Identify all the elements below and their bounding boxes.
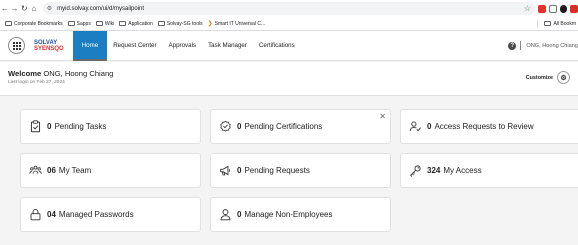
lock-icon: [30, 209, 41, 221]
arrow-icon: ❯: [207, 21, 213, 27]
bookmark-folder[interactable]: Application: [119, 21, 153, 27]
managed-passwords-card[interactable]: 04 Managed Passwords: [20, 197, 201, 232]
back-icon[interactable]: ←: [0, 3, 10, 15]
user-area: ? ONG, Hoong Chiang: [508, 41, 578, 50]
url-text: myid.solvay.com/ui/d/mysailpoint: [57, 5, 145, 12]
team-icon: [29, 165, 42, 174]
profile-avatar[interactable]: [559, 4, 568, 13]
bookmark-link[interactable]: ❯ Smart IT Universal C...: [207, 20, 266, 28]
folder-icon: [67, 21, 75, 26]
divider: [537, 19, 539, 28]
bookmarks-bar: Corporate Bookmarks Sapps Wiki Applicati…: [0, 17, 578, 31]
folder-icon: [157, 21, 165, 26]
app-launcher-icon[interactable]: [8, 37, 25, 54]
bookmark-folder[interactable]: Sapps: [67, 21, 91, 27]
pending-requests-card[interactable]: 0 Pending Requests: [210, 153, 391, 188]
megaphone-icon: [220, 165, 231, 176]
browser-toolbar: ← → ↻ ⌂ ⚙ myid.solvay.com/ui/d/mysailpoi…: [0, 0, 578, 17]
site-info-icon[interactable]: ⚙: [47, 5, 52, 12]
my-team-card[interactable]: 06 My Team: [20, 153, 201, 188]
help-icon[interactable]: ?: [508, 41, 517, 50]
folder-icon: [95, 21, 103, 26]
tab-certifications[interactable]: Certifications: [253, 31, 301, 61]
tab-request-center[interactable]: Request Center: [107, 31, 162, 61]
manage-non-employees-card[interactable]: 0 Manage Non-Employees: [210, 197, 391, 232]
bookmark-folder[interactable]: Corporate Bookmarks: [5, 21, 63, 27]
bookmark-star-icon[interactable]: ☆: [524, 4, 531, 13]
user-review-icon: [409, 121, 421, 132]
person-icon: [220, 209, 231, 221]
last-login-text: Last login on Feb 27, 2024: [8, 80, 65, 85]
bookmark-folder[interactable]: Wiki: [95, 21, 114, 27]
home-icon[interactable]: ⌂: [29, 3, 39, 15]
tab-approvals[interactable]: Approvals: [163, 31, 203, 61]
folder-icon: [5, 21, 12, 26]
tab-task-manager[interactable]: Task Manager: [202, 31, 253, 61]
bookmark-folder[interactable]: Solvay-SG tools: [157, 21, 203, 27]
welcome-text: Welcome ONG, Hoong Chiang: [8, 69, 114, 78]
folder-icon: [544, 21, 552, 26]
company-logo[interactable]: SOLVAY SYENSQO: [34, 40, 64, 52]
forward-icon[interactable]: →: [10, 3, 20, 15]
extension-icon[interactable]: [537, 4, 546, 13]
pending-certifications-card[interactable]: 0 Pending Certifications ✕: [210, 109, 391, 144]
tab-home[interactable]: Home: [72, 30, 108, 61]
access-requests-review-card[interactable]: 0 Access Requests to Review: [400, 109, 578, 144]
divider: [520, 41, 522, 50]
close-icon[interactable]: ✕: [379, 112, 386, 121]
key-icon: [409, 165, 421, 177]
folder-icon: [119, 21, 127, 26]
reload-icon[interactable]: ↻: [19, 3, 29, 15]
user-menu[interactable]: ONG, Hoong Chiang: [526, 43, 578, 49]
my-access-card[interactable]: 324 My Access: [400, 153, 578, 188]
address-bar[interactable]: ⚙ myid.solvay.com/ui/d/mysailpoint ☆: [42, 2, 535, 15]
clipboard-check-icon: [30, 120, 41, 133]
app-header: SOLVAY SYENSQO Home Request Center Appro…: [0, 30, 578, 61]
extension-icon[interactable]: [570, 4, 578, 13]
customize-button[interactable]: Customize ⚙: [526, 71, 570, 84]
all-bookmarks[interactable]: All Bookm: [537, 19, 576, 28]
extension-icon[interactable]: [548, 4, 557, 13]
pending-tasks-card[interactable]: 0 Pending Tasks: [20, 109, 201, 144]
gear-icon: ⚙: [557, 71, 570, 84]
welcome-banner: Welcome ONG, Hoong Chiang Last login on …: [0, 62, 578, 96]
certificate-badge-icon: [220, 120, 231, 132]
